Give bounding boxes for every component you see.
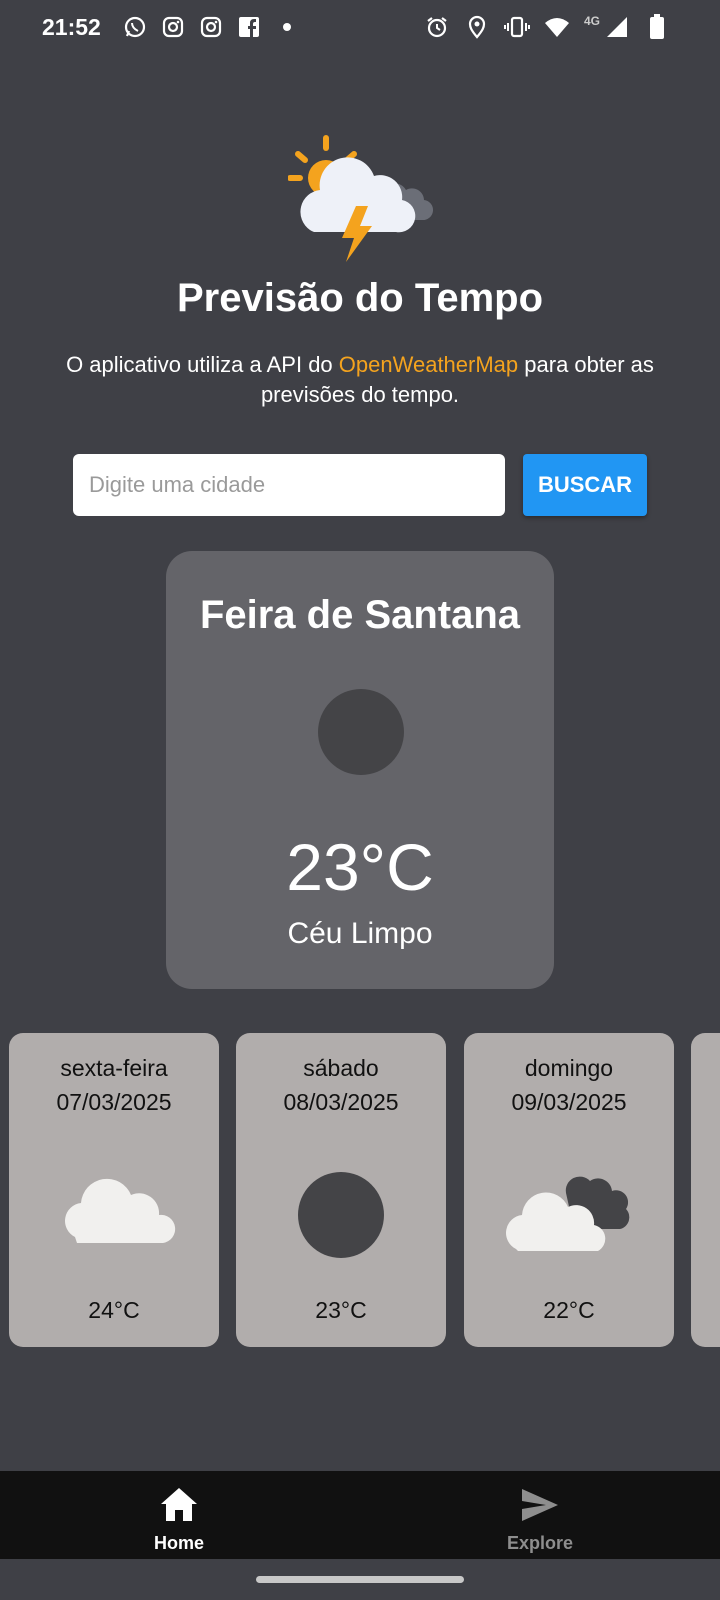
system-icons: 4G (424, 14, 670, 40)
app-description: O aplicativo utiliza a API do OpenWeathe… (24, 350, 696, 410)
forecast-list[interactable]: sexta-feira 07/03/2025 24°C sábado 08/03… (0, 1033, 720, 1349)
system-navigation-bar (0, 1559, 720, 1600)
forecast-temperature: 23°C (315, 1297, 367, 1323)
location-icon (464, 14, 490, 40)
signal-icon (604, 14, 630, 40)
forecast-date: 08/03/2025 (283, 1089, 399, 1115)
vibrate-icon (503, 14, 530, 40)
openweathermap-link[interactable]: OpenWeatherMap (339, 352, 518, 377)
forecast-date: 09/03/2025 (511, 1089, 627, 1115)
status-bar: 21:52 4G (0, 0, 720, 56)
forecast-temperature: 22°C (543, 1297, 595, 1323)
forecast-day: sábado (303, 1055, 379, 1081)
alarm-icon (424, 14, 450, 40)
notification-icons (122, 14, 300, 40)
forecast-temperature: 24°C (88, 1297, 140, 1323)
send-icon (522, 1489, 558, 1521)
network-type: 4G (583, 14, 600, 28)
weather-description: Céu Limpo (287, 917, 433, 950)
weather-storm-logo-icon (288, 135, 434, 262)
dot-icon (274, 14, 300, 40)
forecast-day: sexta-feira (60, 1055, 168, 1081)
nav-home-label: Home (153, 1533, 204, 1553)
home-icon (161, 1488, 197, 1521)
forecast-date: 07/03/2025 (56, 1089, 172, 1115)
forecast-card: sábado 08/03/2025 23°C (236, 1033, 446, 1347)
description-prefix: O aplicativo utiliza a API do (66, 352, 339, 377)
current-weather-card: Feira de Santana 23°C Céu Limpo (166, 551, 554, 989)
instagram-icon (160, 14, 186, 40)
search-button[interactable]: BUSCAR (523, 454, 647, 516)
city-search-input[interactable] (73, 454, 505, 516)
instagram-icon (198, 14, 224, 40)
bottom-navigation: Home Explore (0, 1471, 720, 1559)
wifi-icon (544, 14, 570, 40)
nav-explore[interactable]: Explore (440, 1471, 640, 1559)
broken-clouds-icon (506, 1176, 630, 1251)
facebook-icon (236, 14, 262, 40)
clear-sky-icon (318, 689, 404, 775)
forecast-card: sexta-feira 07/03/2025 24°C (9, 1033, 219, 1347)
forecast-day: domingo (524, 1055, 614, 1081)
cloud-icon (65, 1178, 176, 1243)
current-temperature: 23°C (286, 830, 434, 904)
nav-explore-label: Explore (506, 1533, 574, 1553)
page-title: Previsão do Tempo (176, 276, 543, 320)
forecast-card-partial (691, 1033, 720, 1347)
city-name: Feira de Santana (199, 593, 521, 637)
whatsapp-icon (122, 14, 148, 40)
battery-icon (644, 14, 670, 40)
nav-home[interactable]: Home (79, 1471, 279, 1559)
status-time: 21:52 (42, 14, 101, 40)
clear-sky-icon (298, 1172, 384, 1258)
forecast-card: domingo 09/03/2025 22°C (464, 1033, 674, 1347)
gesture-handle[interactable] (256, 1576, 464, 1583)
